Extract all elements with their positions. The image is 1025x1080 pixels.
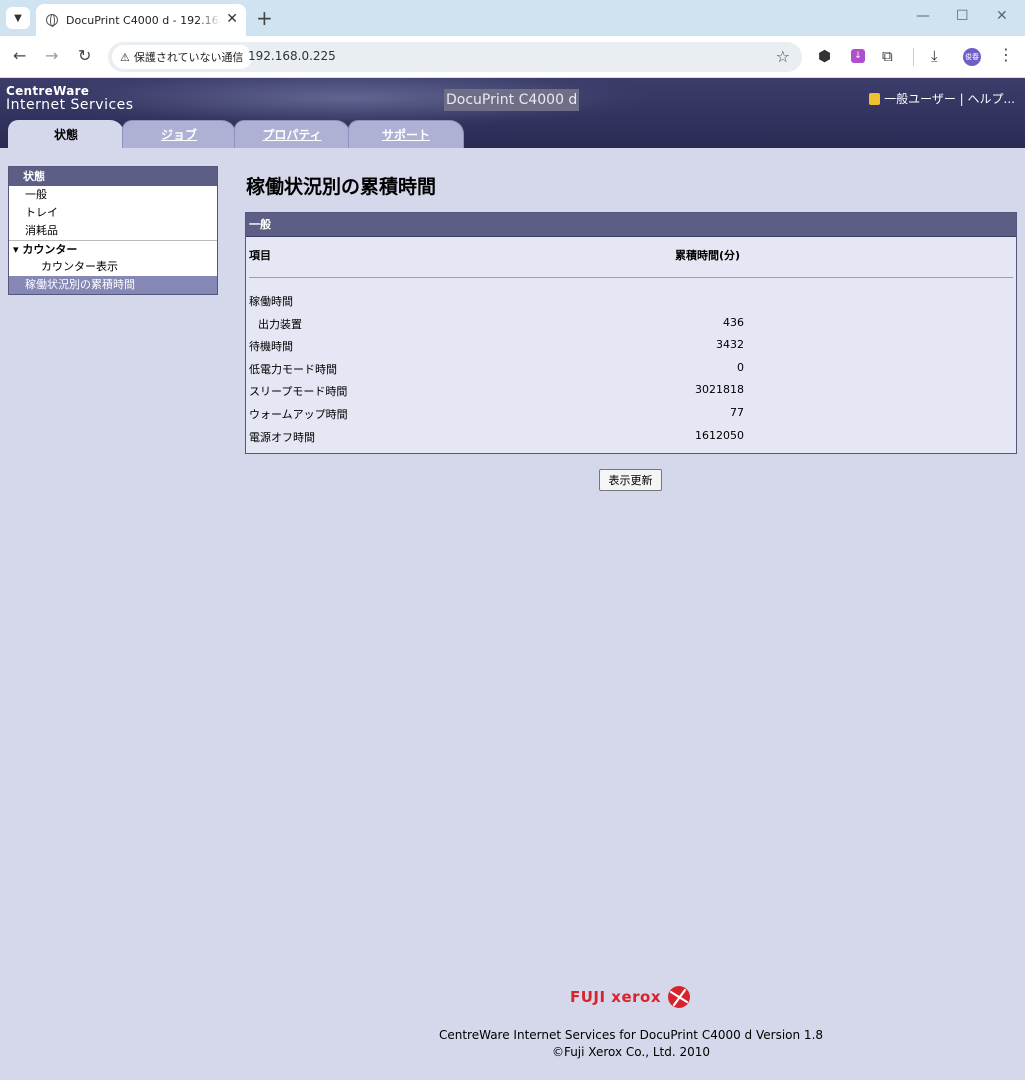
- logo-centreware: CentreWare: [6, 84, 90, 98]
- row-label: スリープモード時間: [249, 385, 348, 398]
- panel-title: 一般: [246, 213, 1016, 237]
- browser-menu-icon[interactable]: ⋮: [998, 45, 1014, 64]
- row-value: 3432: [716, 338, 744, 351]
- xerox-sphere-icon: [668, 986, 691, 1008]
- tab-title: DocuPrint C4000 d - 192.168.0.225: [66, 13, 221, 27]
- footer-version: CentreWare Internet Services for DocuPri…: [438, 1028, 824, 1042]
- user-lock-icon: [869, 92, 881, 105]
- row-label: 低電力モード時間: [249, 363, 337, 376]
- fuji-xerox-logo: FUJI xerox: [570, 985, 691, 1009]
- tab-search-button[interactable]: ▼: [6, 7, 30, 29]
- table-row: ウォームアップ時間 77: [246, 404, 1016, 424]
- sidebar-item-general[interactable]: 一般: [9, 186, 217, 204]
- table-row: 出力装置 436: [246, 314, 1016, 334]
- app-header: CentreWare Internet Services DocuPrint C…: [0, 78, 1025, 148]
- row-value: 77: [730, 406, 744, 419]
- globe-icon: [46, 14, 58, 27]
- chevron-down-icon: ▼: [14, 12, 22, 24]
- tab-properties[interactable]: プロパティ: [234, 120, 350, 148]
- tab-status[interactable]: 状態: [8, 120, 124, 148]
- close-icon[interactable]: ✕: [226, 11, 238, 27]
- sidebar-item-counter-view[interactable]: カウンター表示: [9, 258, 217, 276]
- sidebar-group-label: カウンター: [22, 243, 78, 256]
- minimize-icon[interactable]: —: [916, 8, 930, 24]
- row-value: 3021818: [695, 383, 744, 396]
- page-title: 稼働状況別の累積時間: [246, 176, 437, 198]
- extension-download-icon[interactable]: ↓: [851, 49, 865, 63]
- header-divider: [249, 277, 1013, 278]
- general-panel: 一般 項目 累積時間(分) 稼働時間 出力装置 436 待機時間 3432 低電…: [245, 212, 1017, 454]
- row-label: 電源オフ時間: [249, 431, 315, 444]
- row-value: 436: [723, 316, 744, 329]
- forward-icon[interactable]: →: [45, 46, 58, 65]
- browser-tab[interactable]: DocuPrint C4000 d - 192.168.0.225 ✕: [36, 4, 246, 36]
- reload-icon[interactable]: ↻: [78, 46, 91, 65]
- table-row: 電源オフ時間 1612050: [246, 427, 1016, 447]
- security-label: 保護されていない通信: [133, 51, 244, 64]
- window-close-icon[interactable]: ✕: [996, 8, 1008, 24]
- table-row: 稼働時間: [246, 291, 1016, 311]
- row-label: 稼働時間: [249, 295, 293, 308]
- table-row: スリープモード時間 3021818: [246, 381, 1016, 401]
- row-label: 待機時間: [249, 340, 293, 353]
- security-chip[interactable]: ⚠ 保護されていない通信: [112, 45, 252, 69]
- footer-copyright: ©Fuji Xerox Co., Ltd. 2010: [551, 1045, 711, 1059]
- back-icon[interactable]: ←: [13, 46, 26, 65]
- bookmark-star-icon[interactable]: ☆: [776, 47, 790, 66]
- row-value: 1612050: [695, 429, 744, 442]
- address-bar[interactable]: ⚠ 保護されていない通信 192.168.0.225 ☆: [108, 42, 802, 72]
- maximize-icon[interactable]: ☐: [956, 8, 969, 24]
- column-header-item: 項目: [249, 249, 271, 262]
- browser-titlebar: ▼ DocuPrint C4000 d - 192.168.0.225 ✕ + …: [0, 0, 1025, 36]
- sidebar-item-consumables[interactable]: 消耗品: [9, 222, 217, 240]
- toolbar-separator: [913, 48, 914, 66]
- url-text[interactable]: 192.168.0.225: [248, 49, 336, 63]
- main-tabs: 状態 ジョブ プロパティ サポート: [0, 120, 1025, 148]
- warning-icon: ⚠: [120, 50, 130, 64]
- profile-avatar[interactable]: 俊春: [963, 48, 981, 66]
- user-help-links[interactable]: 一般ユーザー | ヘルプ...: [869, 90, 1015, 107]
- row-label: ウォームアップ時間: [249, 408, 348, 421]
- brand-text: FUJI xerox: [570, 988, 662, 1006]
- sidebar-title[interactable]: 状態: [9, 167, 217, 186]
- tab-support[interactable]: サポート: [348, 120, 464, 148]
- column-header-time: 累積時間(分): [675, 249, 741, 262]
- sidebar-group-counter[interactable]: ▾ カウンター: [9, 240, 217, 258]
- downloads-icon[interactable]: ⤓: [931, 47, 938, 65]
- product-name: DocuPrint C4000 d: [444, 89, 580, 111]
- browser-toolbar: ← → ↻ ⚠ 保護されていない通信 192.168.0.225 ☆: [0, 36, 1025, 78]
- tab-jobs[interactable]: ジョブ: [122, 120, 236, 148]
- sidebar-item-tray[interactable]: トレイ: [9, 204, 217, 222]
- caret-down-icon: ▾: [13, 243, 19, 256]
- refresh-button[interactable]: 表示更新: [599, 469, 662, 491]
- sidebar-item-cumulative-time[interactable]: 稼働状況別の累積時間: [9, 276, 217, 294]
- extension-hex-icon[interactable]: ⬢: [818, 47, 831, 65]
- sidebar: 状態 一般 トレイ 消耗品 ▾ カウンター カウンター表示 稼働状況別の累積時間: [8, 166, 218, 295]
- row-label: 出力装置: [258, 318, 302, 331]
- extensions-puzzle-icon[interactable]: ⧉: [882, 47, 893, 65]
- table-row: 待機時間 3432: [246, 336, 1016, 356]
- user-help-text[interactable]: 一般ユーザー | ヘルプ...: [884, 90, 1015, 107]
- logo-internet-services: Internet Services: [6, 97, 134, 113]
- row-value: 0: [737, 361, 744, 374]
- new-tab-button[interactable]: +: [256, 6, 273, 30]
- table-row: 低電力モード時間 0: [246, 359, 1016, 379]
